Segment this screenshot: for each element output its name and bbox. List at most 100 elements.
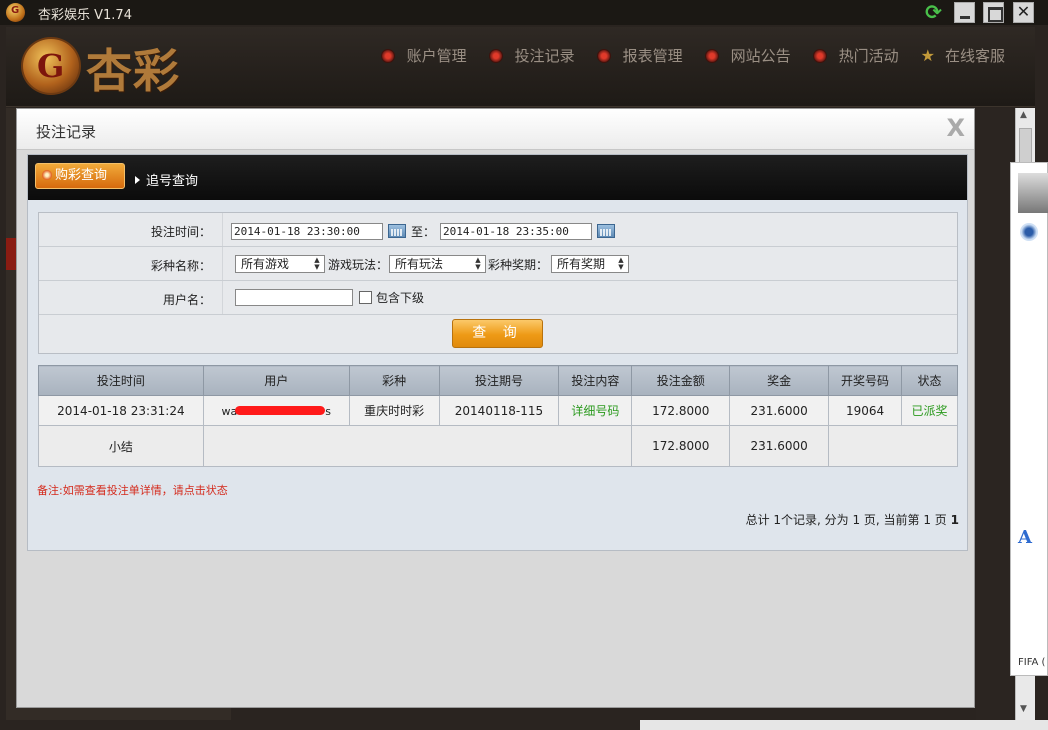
app-logo-icon: G bbox=[6, 3, 25, 22]
col-content: 投注内容 bbox=[558, 365, 633, 396]
red-dot-icon bbox=[380, 48, 395, 63]
subtotal-prize: 231.6000 bbox=[729, 425, 830, 467]
pagination-summary: 总计 1个记录, 分为 1 页, 当前第 1 页 1 bbox=[745, 513, 959, 527]
brand-logo-icon: G bbox=[21, 37, 81, 95]
table-row: 2014-01-18 23:31:24 wa s 重庆时时彩 20140118-1… bbox=[38, 395, 958, 426]
nav-account[interactable]: 账户管理 bbox=[380, 45, 467, 66]
username-input[interactable] bbox=[235, 289, 353, 306]
refresh-icon[interactable]: ⟳ bbox=[923, 2, 944, 23]
row-divider bbox=[222, 247, 223, 280]
subtotal-amount: 172.8000 bbox=[631, 425, 731, 467]
window-titlebar: G 杏彩娱乐 V1.74 ⟳ ✕ bbox=[0, 0, 1048, 25]
red-dot-icon bbox=[704, 48, 719, 63]
cell-lottery: 重庆时时彩 bbox=[348, 395, 440, 426]
star-icon: ★ bbox=[920, 46, 935, 65]
window-close-button[interactable]: ✕ bbox=[1013, 2, 1034, 23]
main-nav: 账户管理 投注记录 报表管理 网站公告 热门活动 ★ 在线客服 bbox=[359, 45, 1005, 66]
include-subordinates-checkbox[interactable] bbox=[359, 291, 372, 304]
col-bet-time: 投注时间 bbox=[38, 365, 204, 396]
col-period: 投注期号 bbox=[438, 365, 560, 396]
calendar-icon[interactable] bbox=[597, 224, 615, 238]
redaction-mark bbox=[235, 405, 326, 415]
row-bet-time: 投注时间： 2014-01-18 23:30:00 至： 2014-01-18 … bbox=[39, 213, 957, 247]
include-subordinates-label: 包含下级 bbox=[376, 291, 425, 305]
tab-bar: 购彩查询 追号查询 bbox=[28, 155, 967, 200]
row-lottery-filters: 彩种名称： 所有游戏 ▲ ▼ 游戏玩法： 所有玩法 ▲ ▼ 彩种奖期： 所有奖期 ▲ ▼ bbox=[39, 247, 957, 281]
red-dot-icon bbox=[812, 48, 827, 63]
tab-purchase-query[interactable]: 购彩查询 bbox=[35, 163, 125, 189]
red-dot-icon bbox=[488, 48, 503, 63]
cell-status-link[interactable]: 已派奖 bbox=[901, 395, 958, 426]
cell-bet-time: 2014-01-18 23:31:24 bbox=[38, 395, 204, 426]
current-page-link[interactable]: 1 bbox=[951, 513, 959, 527]
cell-draw-number: 19064 bbox=[828, 395, 903, 426]
cell-amount: 172.8000 bbox=[631, 395, 731, 426]
cell-period: 20140118-115 bbox=[438, 395, 560, 426]
cell-prize: 231.6000 bbox=[729, 395, 830, 426]
brand-name: 杏彩 bbox=[86, 44, 180, 98]
bottom-strip bbox=[640, 720, 1048, 730]
spinner-icon: ▲ ▼ bbox=[618, 256, 624, 271]
bet-records-table: 投注时间 用户 彩种 投注期号 投注内容 投注金额 奖金 开奖号码 状态 201… bbox=[38, 365, 958, 467]
row-divider bbox=[222, 281, 223, 314]
subtotal-empty bbox=[828, 425, 958, 467]
end-time-input[interactable]: 2014-01-18 23:35:00 bbox=[440, 223, 592, 240]
lottery-select[interactable]: 所有游戏 ▲ ▼ bbox=[235, 255, 325, 273]
row-username: 用户名： 包含下级 bbox=[39, 281, 957, 315]
maximize-button[interactable] bbox=[983, 2, 1004, 23]
background-right-panel bbox=[976, 108, 1013, 720]
nav-bet-records[interactable]: 投注记录 bbox=[488, 45, 575, 66]
font-a-icon: A bbox=[1018, 527, 1032, 548]
dialog-title: 投注记录 bbox=[36, 123, 97, 141]
start-time-input[interactable]: 2014-01-18 23:30:00 bbox=[231, 223, 383, 240]
cell-content-link[interactable]: 详细号码 bbox=[558, 395, 633, 426]
nav-promotions[interactable]: 热门活动 bbox=[812, 45, 899, 66]
col-user: 用户 bbox=[202, 365, 350, 396]
lottery-ball-icon bbox=[42, 170, 52, 180]
minimize-button[interactable] bbox=[954, 2, 975, 23]
avatar bbox=[1018, 173, 1048, 213]
window-title: 杏彩娱乐 V1.74 bbox=[38, 8, 132, 23]
subtotal-empty bbox=[202, 425, 633, 467]
cell-user: wa s bbox=[202, 395, 350, 426]
calendar-icon[interactable] bbox=[388, 224, 406, 238]
filter-form: 投注时间： 2014-01-18 23:30:00 至： 2014-01-18 … bbox=[38, 212, 958, 354]
period-select[interactable]: 所有奖期 ▲ ▼ bbox=[551, 255, 629, 273]
bet-records-dialog: 投注记录 X 购彩查询 追号查询 投注时间： 2014-01-18 23:30:… bbox=[16, 108, 975, 708]
query-button[interactable]: 查 询 bbox=[452, 319, 543, 348]
eye-icon[interactable] bbox=[1020, 223, 1038, 241]
close-icon[interactable]: X bbox=[946, 114, 965, 142]
play-method-label: 游戏玩法： bbox=[328, 258, 389, 272]
table-header-row: 投注时间 用户 彩种 投注期号 投注内容 投注金额 奖金 开奖号码 状态 bbox=[38, 365, 958, 396]
app-header: G 杏彩 账户管理 投注记录 报表管理 网站公告 热门活动 ★ 在线客服 bbox=[6, 27, 1035, 107]
period-label: 彩种奖期： bbox=[488, 258, 549, 272]
nav-reports[interactable]: 报表管理 bbox=[596, 45, 683, 66]
nav-announcements[interactable]: 网站公告 bbox=[704, 45, 791, 66]
scroll-up-icon[interactable]: ▲ bbox=[1020, 110, 1027, 120]
side-widget-panel: A FIFA ( bbox=[1010, 162, 1048, 676]
spinner-icon: ▲ ▼ bbox=[475, 256, 481, 271]
tab-chase-query[interactable]: 追号查询 bbox=[135, 170, 198, 189]
remark-note: 备注:如需查看投注单详情，请点击状态 bbox=[37, 484, 228, 497]
side-label: FIFA ( bbox=[1018, 657, 1046, 668]
username-label: 用户名： bbox=[162, 293, 211, 307]
dialog-header: 投注记录 X bbox=[17, 109, 974, 150]
bet-time-label: 投注时间： bbox=[150, 225, 211, 239]
col-prize: 奖金 bbox=[729, 365, 830, 396]
play-method-select[interactable]: 所有玩法 ▲ ▼ bbox=[389, 255, 486, 273]
spinner-icon: ▲ ▼ bbox=[314, 256, 320, 271]
col-draw-number: 开奖号码 bbox=[828, 365, 903, 396]
subtotal-row: 小结 172.8000 231.6000 bbox=[38, 425, 958, 467]
lottery-name-label: 彩种名称： bbox=[150, 259, 211, 273]
query-panel: 购彩查询 追号查询 投注时间： 2014-01-18 23:30:00 至： 2… bbox=[27, 154, 968, 551]
col-amount: 投注金额 bbox=[631, 365, 731, 396]
triangle-right-icon bbox=[135, 176, 140, 184]
row-divider bbox=[222, 213, 223, 246]
to-label: 至： bbox=[411, 225, 436, 239]
nav-support[interactable]: ★ 在线客服 bbox=[921, 45, 1005, 66]
col-lottery: 彩种 bbox=[348, 365, 440, 396]
red-dot-icon bbox=[596, 48, 611, 63]
col-status: 状态 bbox=[901, 365, 958, 396]
scroll-down-icon[interactable]: ▼ bbox=[1020, 704, 1027, 714]
subtotal-label: 小结 bbox=[38, 425, 204, 467]
